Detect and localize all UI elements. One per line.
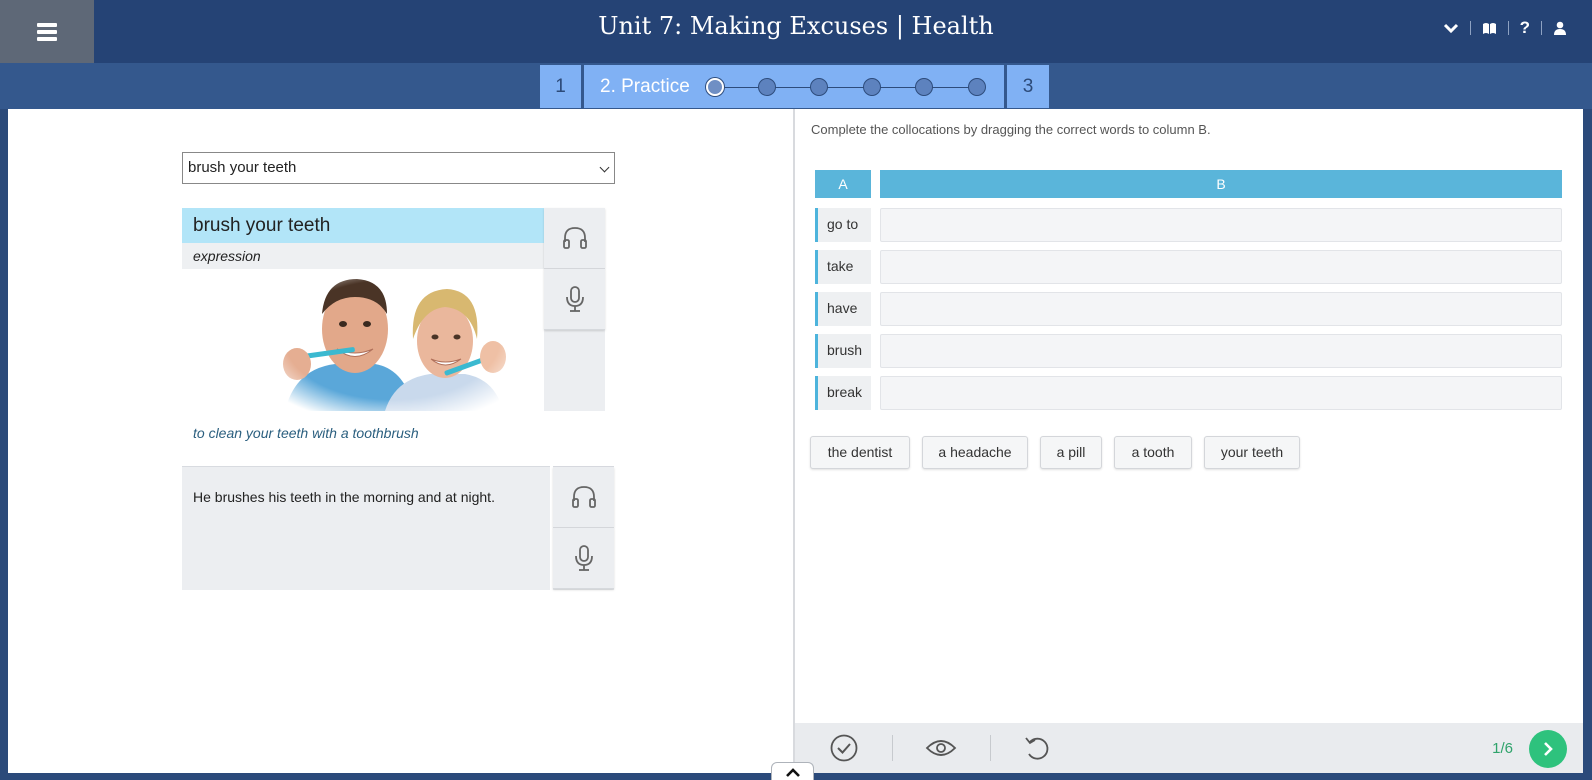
example-box: He brushes his teeth in the morning and … [182, 466, 550, 590]
page-title: Unit 7: Making Excuses | Health [598, 12, 994, 40]
chevron-down-icon [599, 162, 610, 173]
eye-icon [925, 740, 957, 756]
next-button[interactable] [1529, 730, 1567, 768]
progress-dot-1[interactable] [706, 78, 724, 96]
collapse-tab[interactable] [771, 762, 814, 780]
headphones-icon [562, 227, 587, 249]
microphone-icon [574, 545, 593, 571]
microphone-icon [565, 286, 584, 312]
step-2-label: 2. Practice [600, 75, 690, 97]
column-a-cell: take [815, 250, 871, 284]
example-record-button[interactable] [553, 528, 614, 589]
toolbar-separator [990, 735, 991, 761]
show-answers-button[interactable] [911, 723, 971, 773]
page-counter: 1/6 [1492, 740, 1513, 757]
example-listen-button[interactable] [553, 467, 614, 528]
undo-icon [1025, 737, 1049, 760]
help-icon[interactable]: ? [1509, 16, 1541, 40]
progress-dots [706, 77, 986, 97]
vocabulary-panel: brush your teeth brush your teeth expres… [8, 109, 793, 773]
listen-button[interactable] [544, 208, 605, 269]
toolbar-separator [892, 735, 893, 761]
drop-zone[interactable] [880, 208, 1562, 242]
header-actions: ? [1432, 16, 1578, 40]
progress-dot-5[interactable] [915, 78, 933, 96]
exercise-panel: Complete the collocations by dragging th… [795, 109, 1583, 773]
vocab-definition: to clean your teeth with a toothbrush [193, 425, 419, 441]
vocab-audio-controls [544, 208, 605, 411]
progress-dot-2[interactable] [758, 78, 776, 96]
column-a-cell: go to [815, 208, 871, 242]
vocab-image [265, 269, 520, 411]
reset-button[interactable] [1007, 723, 1067, 773]
drag-chip[interactable]: your teeth [1204, 436, 1300, 469]
book-icon[interactable] [1471, 16, 1508, 40]
vocabulary-select-value: brush your teeth [188, 159, 297, 176]
progress-dot-3[interactable] [810, 78, 828, 96]
step-1-tab[interactable]: 1 [540, 65, 581, 108]
example-audio-controls [553, 466, 614, 590]
vocabulary-select[interactable]: brush your teeth [182, 152, 615, 184]
record-button[interactable] [544, 269, 605, 330]
drag-chip[interactable]: a pill [1040, 436, 1102, 469]
drop-zone[interactable] [880, 376, 1562, 410]
drop-zone[interactable] [880, 334, 1562, 368]
check-button[interactable] [814, 723, 874, 773]
check-circle-icon [830, 734, 858, 762]
drag-chip[interactable]: a tooth [1114, 436, 1192, 469]
vocab-card: brush your teeth expression [182, 208, 548, 411]
vocab-word: brush your teeth [182, 208, 548, 243]
chevron-down-icon[interactable] [1432, 16, 1470, 40]
app-header: Unit 7: Making Excuses | Health ? [0, 0, 1592, 63]
column-a-cell: brush [815, 334, 871, 368]
column-a-cell: have [815, 292, 871, 326]
step-3-tab[interactable]: 3 [1007, 65, 1049, 108]
drag-chip[interactable]: a headache [922, 436, 1028, 469]
step-2-tab[interactable]: 2. Practice [584, 65, 1004, 108]
chevron-up-icon [785, 767, 800, 777]
step-navigation: 1 2. Practice 3 [0, 63, 1592, 109]
column-b-header: B [880, 170, 1562, 198]
drag-chip[interactable]: the dentist [810, 436, 910, 469]
column-a-cell: break [815, 376, 871, 410]
chevron-right-icon [1544, 742, 1553, 756]
drop-zone[interactable] [880, 292, 1562, 326]
exercise-instruction: Complete the collocations by dragging th… [811, 122, 1211, 137]
hamburger-icon [37, 22, 57, 41]
menu-button[interactable] [0, 0, 94, 63]
exercise-toolbar: 1/6 [795, 723, 1583, 773]
drop-zone[interactable] [880, 250, 1562, 284]
column-a-header: A [815, 170, 871, 198]
vocab-part-of-speech: expression [182, 243, 548, 269]
progress-dot-4[interactable] [863, 78, 881, 96]
progress-dot-6[interactable] [968, 78, 986, 96]
example-sentence: He brushes his teeth in the morning and … [193, 489, 495, 505]
headphones-icon [571, 486, 596, 508]
user-icon[interactable] [1542, 16, 1578, 40]
